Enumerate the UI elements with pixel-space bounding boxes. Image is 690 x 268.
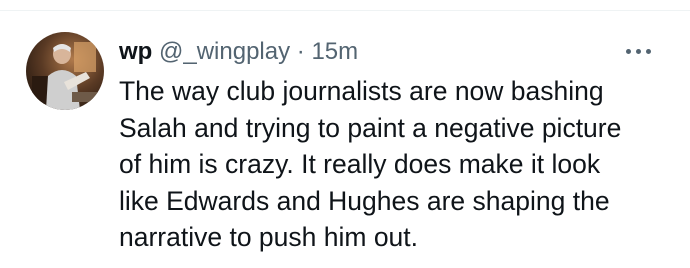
tweet-text-line: narrative to push him out. [119,222,419,252]
tweet-text-line: like Edwards and Hughes are shaping the [119,185,610,216]
tweet-text-line: The way club journalists are now bashing [119,76,604,106]
display-name[interactable]: wp [119,38,152,65]
tweet-text-line: Salah and trying to paint a negative pic… [119,112,622,143]
tweet-text-line: of him is crazy. It really does make it … [119,149,601,179]
tweet-text: The way club journalists are now bashing… [119,73,664,256]
tweet-card[interactable]: wp @_wingplay · 15m The way club journal… [0,11,690,268]
timestamp[interactable]: 15m [311,38,358,65]
more-dot [635,48,641,54]
more-options-button[interactable] [620,37,656,65]
user-avatar[interactable] [26,32,104,110]
top-divider [0,0,690,11]
user-handle[interactable]: @_wingplay [159,38,290,65]
more-dot [625,48,631,54]
tweet-header: wp @_wingplay · 15m [119,37,358,67]
more-dot [645,48,651,54]
user-avatar-photo-icon [26,32,104,110]
separator-dot: · [296,38,305,65]
